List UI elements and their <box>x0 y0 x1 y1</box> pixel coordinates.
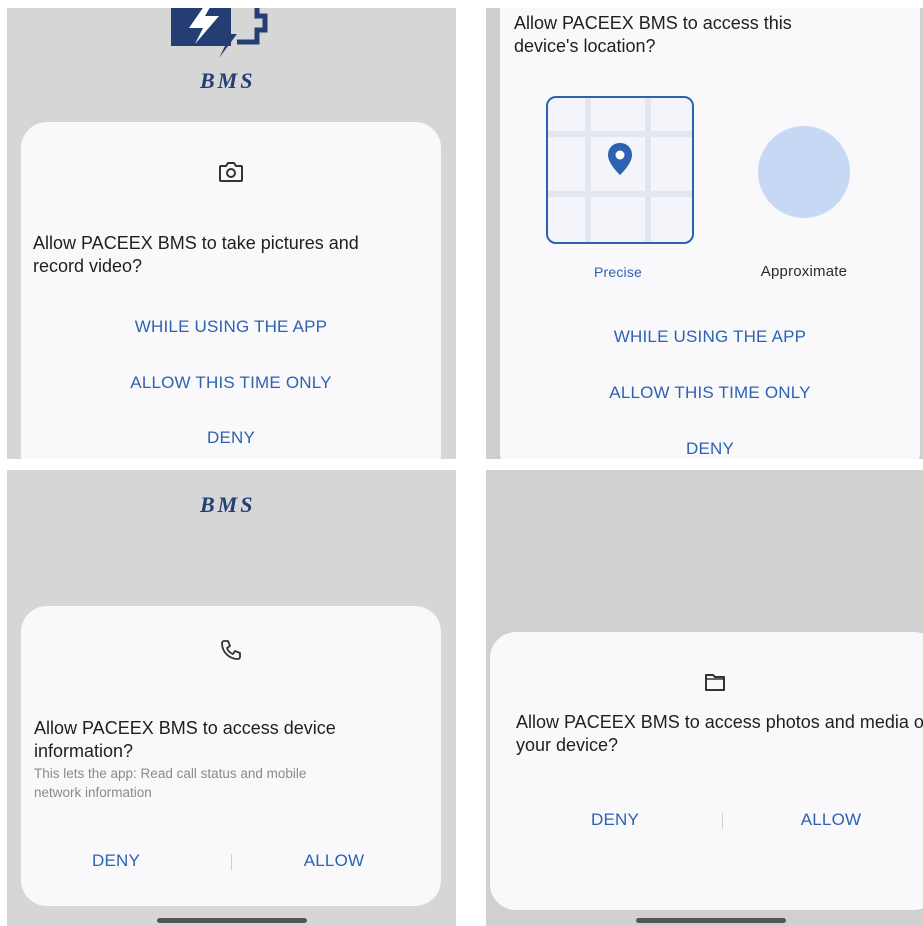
precise-label: Precise <box>593 264 643 280</box>
while-using-app-button[interactable]: WHILE USING THE APP <box>21 317 441 337</box>
camera-icon <box>219 162 243 182</box>
dialog-title: Allow PACEEX BMS to access this device's… <box>514 13 792 56</box>
deny-button[interactable]: DENY <box>21 428 441 448</box>
home-indicator[interactable] <box>636 918 786 923</box>
permission-dialog: Allow PACEEX BMS to access device inform… <box>21 606 441 906</box>
approximate-option[interactable] <box>758 126 850 218</box>
approximate-label: Approximate <box>760 263 848 280</box>
folder-icon <box>705 674 725 691</box>
location-pin-icon <box>608 143 632 175</box>
allow-button[interactable]: ALLOW <box>776 810 886 830</box>
location-permission-screen: Allow PACEEX BMS to access this device's… <box>486 8 923 459</box>
dialog-title: Allow PACEEX BMS to take pictures and re… <box>33 233 359 276</box>
permission-dialog: Allow PACEEX BMS to access photos and me… <box>490 632 923 910</box>
allow-button[interactable]: ALLOW <box>279 851 389 871</box>
logo-text: BMS <box>200 68 256 93</box>
dialog-title: Allow PACEEX BMS to access device inform… <box>34 718 336 761</box>
storage-permission-screen: Allow PACEEX BMS to access photos and me… <box>486 470 923 926</box>
permission-dialog: Allow PACEEX BMS to access this device's… <box>500 8 920 459</box>
camera-permission-screen: BMS Allow PACEEX BMS to take pictures an… <box>7 8 456 459</box>
allow-this-time-only-button[interactable]: ALLOW THIS TIME ONLY <box>21 373 441 393</box>
precise-option[interactable] <box>546 96 694 244</box>
button-divider <box>722 813 723 829</box>
logo-text: BMS <box>200 492 256 517</box>
dialog-subtitle: This lets the app: Read call status and … <box>34 766 307 800</box>
deny-button[interactable]: DENY <box>560 810 670 830</box>
allow-this-time-only-button[interactable]: ALLOW THIS TIME ONLY <box>500 383 920 403</box>
phone-permission-screen: BMS Allow PACEEX BMS to access device in… <box>7 470 456 926</box>
home-indicator[interactable] <box>157 918 307 923</box>
button-divider <box>231 854 232 870</box>
phone-icon <box>221 640 241 660</box>
deny-button[interactable]: DENY <box>500 439 920 459</box>
battery-bolt-logo-icon <box>171 8 268 58</box>
dialog-title: Allow PACEEX BMS to access photos and me… <box>516 712 923 755</box>
deny-button[interactable]: DENY <box>61 851 171 871</box>
permission-dialog: Allow PACEEX BMS to take pictures and re… <box>21 122 441 459</box>
while-using-app-button[interactable]: WHILE USING THE APP <box>500 327 920 347</box>
